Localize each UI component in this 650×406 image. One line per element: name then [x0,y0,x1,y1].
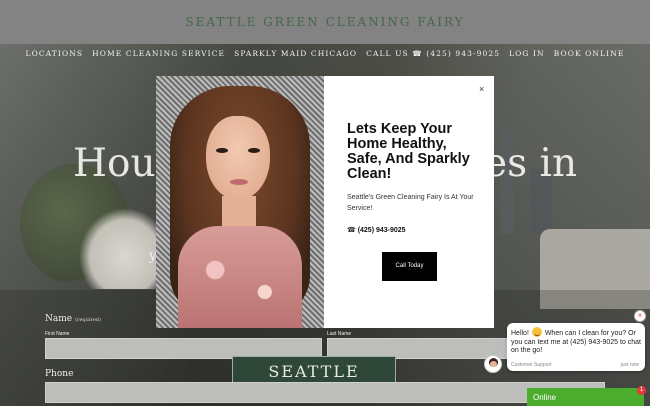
photo-eye-left [216,148,228,153]
nav-item-call-us[interactable]: CALL US ☎ (425) 943-9025 [366,49,500,58]
photo-eye-right [248,148,260,153]
phone-icon: ☎ [347,227,356,234]
chat-message-body: When can I clean for you? Or you can tex… [511,330,641,354]
hero-title-left: Hou [73,141,156,186]
call-today-label: Call Today [395,263,424,269]
name-label: Name (required) [45,314,101,324]
chat-message: Hello! When can I clean for you? Or you … [511,327,643,356]
modal-phone-number: (425) 943-9025 [357,227,406,234]
chat-greeting: Hello! [511,330,529,337]
nav-item-locations[interactable]: LOCATIONS [26,49,84,58]
promo-modal: × Lets Keep Your Home Healthy, Safe, And… [324,76,494,328]
chat-close-icon[interactable]: × [634,310,646,322]
nav-item-sparkly-maid-chicago[interactable]: SPARKLY MAID CHICAGO [234,49,357,58]
modal-phone[interactable]: ☎ (425) 943-9025 [347,226,406,234]
name-label-text: Name [45,314,73,324]
chat-unread-badge: 1 [637,386,646,395]
phone-field[interactable] [45,382,605,403]
chat-bubble[interactable]: Hello! When can I clean for you? Or you … [507,323,645,371]
modal-photo [156,76,324,328]
first-name-label: First Name [45,331,70,337]
nav-item-log-in[interactable]: LOG IN [509,49,545,58]
last-name-label: Last Name [327,331,352,337]
brand-logo-text[interactable]: SEATTLE GREEN CLEANING FAIRY [185,15,464,29]
nav-item-book-online[interactable]: BOOK ONLINE [554,49,625,58]
close-icon[interactable]: × [479,84,484,94]
chat-timestamp: just now [620,362,639,368]
chat-online-bar[interactable]: Online [527,388,644,406]
nav-item-home-cleaning[interactable]: HOME CLEANING SERVICE [92,49,225,58]
call-today-button[interactable]: Call Today [382,252,437,281]
photo-face [206,116,270,200]
site-header: SEATTLE GREEN CLEANING FAIRY [0,0,650,44]
modal-text: Seattle's Green Cleaning Fairy Is At You… [347,194,474,212]
smiley-icon [531,327,542,337]
main-nav: LOCATIONS HOME CLEANING SERVICE SPARKLY … [0,44,650,62]
required-note: (required) [75,317,101,323]
photo-lips [230,179,248,185]
chat-agent-name: Customer Support [511,362,552,368]
chat-avatar[interactable] [484,355,502,373]
photo-dress [178,226,302,328]
modal-title: Lets Keep Your Home Healthy, Safe, And S… [347,121,470,182]
chat-status: Online [533,392,557,402]
phone-label: Phone [45,369,74,379]
hero-title-right: es in [484,141,578,186]
seattle-sign-text: SEATTLE [268,361,360,381]
photo-neck [222,196,256,230]
